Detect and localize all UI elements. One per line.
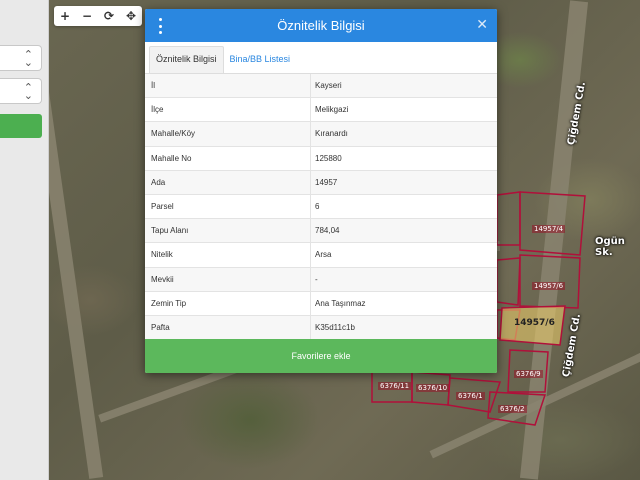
table-row: Mevkii - bbox=[145, 267, 497, 292]
parcel-label: 6376/11 bbox=[378, 382, 412, 390]
row-key: Parsel bbox=[145, 194, 311, 219]
row-value: Ana Taşınmaz bbox=[315, 298, 366, 308]
row-value: - bbox=[315, 274, 318, 284]
row-value: Kayseri bbox=[315, 81, 342, 91]
modal-tabs: Öznitelik Bilgisi Bina/BB Listesi bbox=[145, 42, 497, 74]
close-icon[interactable]: ✕ bbox=[476, 17, 488, 33]
chevron-updown-icon: ⌃ ⌄ bbox=[23, 82, 33, 102]
row-key: Mahalle No bbox=[145, 146, 311, 170]
tab-attribute-info[interactable]: Öznitelik Bilgisi bbox=[149, 46, 224, 73]
attribute-table: İl Kayseri İlçe Melikgazi Mahalle/Köy Kıran… bbox=[145, 74, 497, 341]
more-vertical-icon[interactable] bbox=[155, 18, 165, 34]
table-row: Parsel 6 bbox=[145, 194, 497, 220]
table-row: İl Kayseri bbox=[145, 74, 497, 99]
left-panel: ⌃ ⌄ ⌃ ⌄ bbox=[0, 0, 49, 480]
row-key: İl bbox=[145, 74, 311, 98]
left-dropdown-2[interactable]: ⌃ ⌄ bbox=[0, 78, 42, 104]
parcel-label: 14957/6 bbox=[532, 282, 566, 290]
row-value: Melikgazi bbox=[315, 105, 349, 115]
table-row: İlçe Melikgazi bbox=[145, 98, 497, 123]
table-row: Ada 14957 bbox=[145, 170, 497, 195]
row-value: Arsa bbox=[315, 250, 332, 260]
row-value: Kıranardı bbox=[315, 129, 348, 139]
table-row: Tapu Alanı 784,04 bbox=[145, 219, 497, 244]
row-key: İlçe bbox=[145, 98, 311, 122]
table-row: Pafta K35d11c1b bbox=[145, 315, 497, 341]
parcel-label: 6376/10 bbox=[416, 384, 450, 392]
chevron-updown-icon: ⌃ ⌄ bbox=[23, 49, 33, 69]
parcel-label: 14957/4 bbox=[532, 225, 566, 233]
tab-building-list[interactable]: Bina/BB Listesi bbox=[224, 47, 297, 73]
parcel-label-selected: 14957/6 bbox=[514, 318, 555, 328]
parcel-label: 6376/2 bbox=[498, 405, 527, 413]
refresh-button[interactable]: ⟳ bbox=[98, 6, 120, 26]
add-to-favorites-button[interactable]: Favorilere ekle bbox=[145, 339, 497, 373]
parcel-label: 6376/9 bbox=[514, 370, 543, 378]
row-key: Ada bbox=[145, 170, 311, 194]
left-action-button[interactable] bbox=[0, 114, 42, 138]
zoom-out-button[interactable]: − bbox=[76, 6, 98, 26]
attribute-info-modal: Öznitelik Bilgisi ✕ Öznitelik Bilgisi Bi… bbox=[145, 9, 497, 373]
modal-title: Öznitelik Bilgisi bbox=[277, 18, 365, 33]
street-label: Ogün Sk. bbox=[595, 236, 625, 258]
locate-button[interactable]: ✥ bbox=[120, 6, 142, 26]
table-row: Nitelik Arsa bbox=[145, 243, 497, 268]
row-key: Mevkii bbox=[145, 267, 311, 291]
row-value: 784,04 bbox=[315, 226, 340, 236]
row-value: 125880 bbox=[315, 153, 342, 163]
row-key: Nitelik bbox=[145, 243, 311, 267]
row-key: Zemin Tip bbox=[145, 291, 311, 315]
map-toolbar: + − ⟳ ✥ bbox=[54, 6, 142, 26]
row-key: Mahalle/Köy bbox=[145, 122, 311, 146]
zoom-in-button[interactable]: + bbox=[54, 6, 76, 26]
row-key: Pafta bbox=[145, 315, 311, 340]
row-key: Tapu Alanı bbox=[145, 219, 311, 243]
row-value: 6 bbox=[315, 202, 320, 212]
row-value: 14957 bbox=[315, 177, 338, 187]
row-value: K35d11c1b bbox=[315, 322, 355, 332]
modal-header: Öznitelik Bilgisi ✕ bbox=[145, 9, 497, 42]
left-dropdown-1[interactable]: ⌃ ⌄ bbox=[0, 45, 42, 71]
parcel-label: 6376/1 bbox=[456, 392, 485, 400]
table-row: Zemin Tip Ana Taşınmaz bbox=[145, 291, 497, 316]
table-row: Mahalle/Köy Kıranardı bbox=[145, 122, 497, 147]
table-row: Mahalle No 125880 bbox=[145, 146, 497, 171]
